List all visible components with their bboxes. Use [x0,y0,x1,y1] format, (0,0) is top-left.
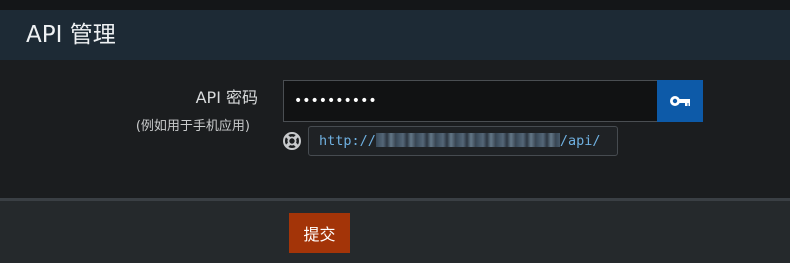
page-title: API 管理 [26,22,116,48]
api-url-display[interactable]: http:// /api/ [308,126,618,156]
api-password-input[interactable] [283,80,657,122]
api-password-label: API 密码 [195,88,258,107]
top-strip [0,0,790,10]
lifebuoy-icon[interactable] [283,132,301,150]
api-management-page: API 管理 API 密码 (例如用于手机应用) http:// /api/ 提交 [0,0,790,263]
form-footer [0,201,790,263]
key-icon [670,96,690,106]
api-password-hint: (例如用于手机应用) [135,119,250,134]
api-url-suffix: /api/ [559,133,601,149]
redacted-host [375,133,560,147]
api-url-prefix: http:// [319,133,376,149]
section-header: API 管理 [0,10,790,60]
generate-key-button[interactable] [657,80,703,122]
submit-button[interactable]: 提交 [289,213,350,253]
